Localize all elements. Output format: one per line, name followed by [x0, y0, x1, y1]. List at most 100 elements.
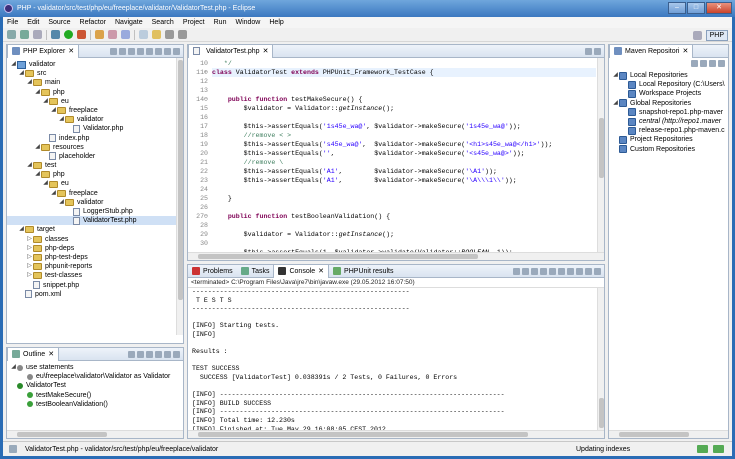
- minimize-view-icon[interactable]: [718, 60, 725, 67]
- expand-toggle-icon[interactable]: ◢: [612, 71, 619, 80]
- code-editor[interactable]: */class ValidatorTest extends PHPUnit_Fr…: [212, 58, 596, 252]
- php-perspective-button[interactable]: PHP: [705, 30, 728, 41]
- tree-item[interactable]: release-repo1.php-maven.c: [609, 126, 728, 135]
- debug-icon[interactable]: [51, 30, 60, 39]
- tree-item[interactable]: ◢ use statements: [7, 363, 183, 372]
- tree-item[interactable]: ◢ test: [7, 161, 183, 170]
- terminate-icon[interactable]: [513, 267, 520, 275]
- tab-console[interactable]: Console ✕: [273, 264, 330, 278]
- new-php-icon[interactable]: [108, 30, 117, 39]
- tab-php-explorer[interactable]: PHP Explorer ✕: [7, 44, 80, 58]
- search-icon[interactable]: [121, 30, 130, 39]
- expand-toggle-icon[interactable]: ◢: [18, 69, 25, 78]
- progress-view-icon[interactable]: [713, 445, 724, 453]
- expand-toggle-icon[interactable]: ◢: [34, 143, 41, 152]
- close-icon[interactable]: ✕: [682, 47, 688, 55]
- tree-item[interactable]: LoggerStub.php: [7, 207, 183, 216]
- expand-toggle-icon[interactable]: ◢: [18, 225, 25, 234]
- scroll-thumb[interactable]: [17, 432, 107, 437]
- remove-all-icon[interactable]: [531, 267, 538, 275]
- tree-item[interactable]: ◢ src: [7, 69, 183, 78]
- open-console-icon[interactable]: [576, 267, 583, 275]
- tree-item[interactable]: pom.xml: [7, 290, 183, 299]
- tab-problems[interactable]: Problems: [188, 265, 237, 278]
- remove-launch-icon[interactable]: [522, 267, 529, 275]
- expand-toggle-icon[interactable]: ◢: [42, 179, 49, 188]
- tree-item[interactable]: ◢ eu: [7, 97, 183, 106]
- expand-toggle-icon[interactable]: ◢: [50, 189, 57, 198]
- tree-item[interactable]: ◢ validator: [7, 60, 183, 69]
- scroll-thumb[interactable]: [178, 60, 183, 300]
- link-editor-icon[interactable]: [146, 350, 153, 358]
- expand-toggle-icon[interactable]: ▷: [26, 271, 33, 280]
- link-editor-icon[interactable]: [146, 47, 153, 55]
- maximize-button[interactable]: □: [687, 2, 705, 14]
- tree-item[interactable]: Validator.php: [7, 124, 183, 133]
- editor-hscroll[interactable]: [188, 252, 604, 260]
- tree-item[interactable]: ◢ php: [7, 170, 183, 179]
- tree-item[interactable]: ▷ phpunit-reports: [7, 262, 183, 271]
- tree-item[interactable]: eu\freeplace\validator\Validator as Vali…: [7, 372, 183, 381]
- expand-toggle-icon[interactable]: ◢: [26, 161, 33, 170]
- tree-item[interactable]: ◢ validator: [7, 115, 183, 124]
- collapse-all-icon[interactable]: [691, 60, 698, 67]
- expand-toggle-icon[interactable]: ◢: [34, 88, 41, 97]
- tree-item[interactable]: ValidatorTest.php: [7, 216, 183, 226]
- menu-edit[interactable]: Edit: [27, 19, 39, 26]
- tree-item[interactable]: snapshot-repo1.php-maver: [609, 108, 728, 117]
- menu-navigate[interactable]: Navigate: [115, 19, 143, 26]
- expand-toggle-icon[interactable]: ◢: [50, 106, 57, 115]
- expand-toggle-icon[interactable]: ◢: [58, 198, 65, 207]
- tree-item[interactable]: ▷ test-classes: [7, 271, 183, 280]
- expand-toggle-icon[interactable]: ▷: [26, 235, 33, 244]
- tab-validatortest-php[interactable]: ValidatorTest.php ✕: [188, 44, 274, 58]
- outline-hscroll[interactable]: [7, 430, 183, 438]
- view-menu-icon[interactable]: [155, 47, 162, 55]
- maximize-view-icon[interactable]: [173, 47, 180, 55]
- maven-hscroll[interactable]: [609, 430, 728, 438]
- tree-item[interactable]: placeholder: [7, 152, 183, 161]
- tree-item[interactable]: ▷ php-test-deps: [7, 253, 183, 262]
- annotation-icon[interactable]: [152, 30, 161, 39]
- new-icon[interactable]: [7, 30, 16, 39]
- expand-toggle-icon[interactable]: ◢: [42, 97, 49, 106]
- expand-toggle-icon[interactable]: ▷: [26, 253, 33, 262]
- refresh-icon[interactable]: [700, 60, 707, 67]
- tab-phpunit-results[interactable]: PHPUnit results: [329, 265, 397, 278]
- fast-view-icon[interactable]: [9, 445, 17, 453]
- menu-window[interactable]: Window: [235, 19, 260, 26]
- tree-item[interactable]: ◢ validator: [7, 198, 183, 207]
- scroll-lock-icon[interactable]: [540, 267, 547, 275]
- scroll-thumb[interactable]: [619, 432, 689, 437]
- tree-item[interactable]: ◢ freeplace: [7, 106, 183, 115]
- close-icon[interactable]: ✕: [68, 47, 74, 55]
- menu-refactor[interactable]: Refactor: [80, 19, 106, 26]
- minimize-view-icon[interactable]: [164, 350, 171, 358]
- tree-item[interactable]: Project Repositories: [609, 135, 728, 144]
- tab-tasks[interactable]: Tasks: [237, 265, 274, 278]
- explorer-vscroll[interactable]: [176, 58, 183, 335]
- console-output[interactable]: ----------------------------------------…: [190, 288, 596, 430]
- tree-item[interactable]: testMakeSecure(): [7, 391, 183, 400]
- scroll-thumb[interactable]: [198, 432, 528, 437]
- expand-toggle-icon[interactable]: ◢: [26, 78, 33, 87]
- minimize-button[interactable]: –: [668, 2, 686, 14]
- display-console-icon[interactable]: [567, 267, 574, 275]
- menu-help[interactable]: Help: [269, 19, 283, 26]
- console-hscroll[interactable]: [188, 430, 604, 438]
- tree-item[interactable]: ◢ main: [7, 78, 183, 87]
- menu-run[interactable]: Run: [214, 19, 227, 26]
- expand-toggle-icon[interactable]: ◢: [58, 115, 65, 124]
- scroll-thumb[interactable]: [599, 118, 604, 178]
- tree-item[interactable]: ◢ php: [7, 88, 183, 97]
- open-folder-icon[interactable]: [95, 30, 104, 39]
- tree-item[interactable]: Local Repository (C:\Users\: [609, 80, 728, 89]
- back-icon[interactable]: [110, 47, 117, 55]
- filter-icon[interactable]: [137, 350, 144, 358]
- expand-toggle-icon[interactable]: ◢: [10, 363, 17, 372]
- minimize-view-icon[interactable]: [585, 47, 592, 55]
- menu-project[interactable]: Project: [183, 19, 205, 26]
- forward-icon[interactable]: [178, 30, 187, 39]
- maximize-view-icon[interactable]: [594, 47, 601, 55]
- tree-item[interactable]: ◢ freeplace: [7, 189, 183, 198]
